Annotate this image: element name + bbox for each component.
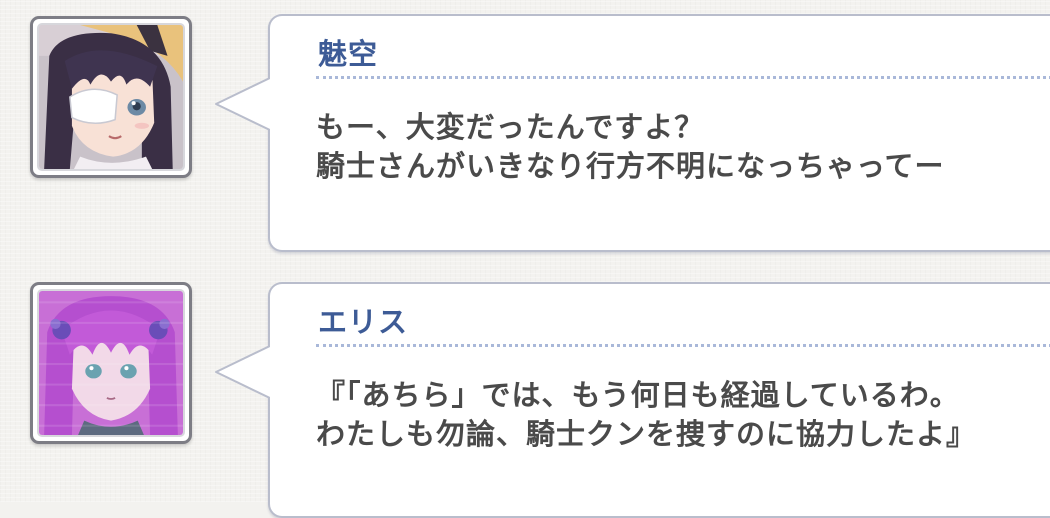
speaker-name: 魅空 — [318, 37, 379, 71]
portrait-frame — [37, 23, 185, 171]
dialogue-text: もー、大変だったんですよ？ 騎士さんがいきなり行方不明になっちゃってー — [316, 108, 945, 186]
bubble-tail-shape — [215, 342, 274, 402]
speaker-portrait-eris — [30, 282, 192, 444]
dialogue-bubble: 魅空 もー、大変だったんですよ？ 騎士さんがいきなり行方不明になっちゃってー — [215, 14, 1050, 252]
misora-portrait-image — [39, 25, 183, 169]
dialogue-text: 『「あちら」では、もう何日も経過しているわ。 わたしも勿論、騎士クンを捜すのに協… — [316, 376, 976, 454]
eris-portrait-image — [39, 291, 183, 435]
dialogue-line: もー、大変だったんですよ？ — [316, 110, 705, 144]
dialogue-line: わたしも勿論、騎士クンを捜すのに協力したよ』 — [316, 417, 977, 451]
dialogue-line: 『「あちら」では、もう何日も経過しているわ。 — [316, 378, 960, 412]
speaker-name: エリス — [318, 305, 409, 339]
dialogue-line: 騎士さんがいきなり行方不明になっちゃってー — [316, 149, 945, 183]
name-divider — [316, 76, 1050, 79]
bubble-tail — [212, 342, 274, 402]
dialogue-bubble: エリス 『「あちら」では、もう何日も経過しているわ。 わたしも勿論、騎士クンを捜… — [215, 282, 1050, 518]
portrait-frame — [37, 289, 185, 437]
bubble-tail-shape — [215, 74, 274, 134]
name-divider — [316, 344, 1050, 347]
bubble-tail — [212, 74, 274, 134]
speaker-portrait-misora — [30, 16, 192, 178]
